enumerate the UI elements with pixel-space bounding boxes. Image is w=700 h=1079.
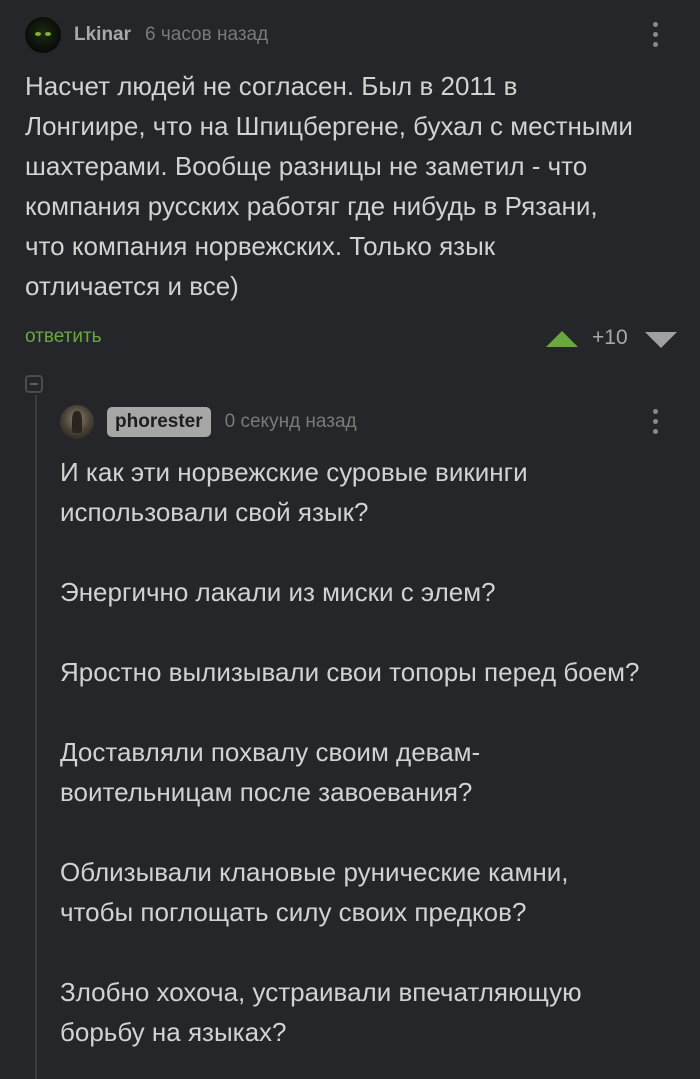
comment-header: Lkinar 6 часов назад: [25, 15, 268, 55]
reply-paragraph: Злобно хохоча, устраивали впечатляющую б…: [60, 977, 582, 1047]
comment-author[interactable]: Lkinar: [74, 24, 131, 46]
kebab-menu-icon[interactable]: [652, 22, 658, 47]
reply-time: 0 секунд назад: [224, 411, 357, 432]
upvote-arrow-icon[interactable]: [546, 331, 578, 347]
comment-time: 6 часов назад: [145, 24, 269, 45]
comment-text: Насчет людей не согласен. Был в 2011 в Л…: [25, 71, 633, 301]
reply-button[interactable]: ответить: [25, 326, 102, 348]
downvote-arrow-icon[interactable]: [645, 332, 677, 348]
reply-header: phorester 0 секунд назад: [60, 403, 357, 441]
reply-paragraph: Доставляли похвалу своим девам- воительн…: [60, 737, 481, 807]
collapse-thread-icon[interactable]: [25, 375, 43, 393]
kebab-menu-icon[interactable]: [652, 409, 658, 434]
reply-paragraph: Облизывали клановые рунические камни, чт…: [60, 857, 569, 927]
thread-line[interactable]: [35, 395, 37, 1079]
avatar-eye-right: [45, 32, 51, 36]
avatar[interactable]: [60, 405, 94, 439]
avatar-eye-left: [35, 32, 41, 36]
reply-author[interactable]: phorester: [107, 407, 211, 437]
reply-text: И как эти норвежские суровые викинги исп…: [60, 452, 690, 1079]
comment-rating: +10: [592, 326, 628, 349]
reply-paragraph: Яростно вылизывали свои топоры перед бое…: [60, 657, 640, 687]
avatar[interactable]: [25, 17, 61, 53]
reply-paragraph: И как эти норвежские суровые викинги исп…: [60, 457, 528, 527]
reply-paragraph: Энергично лакали из миски с элем?: [60, 577, 496, 607]
